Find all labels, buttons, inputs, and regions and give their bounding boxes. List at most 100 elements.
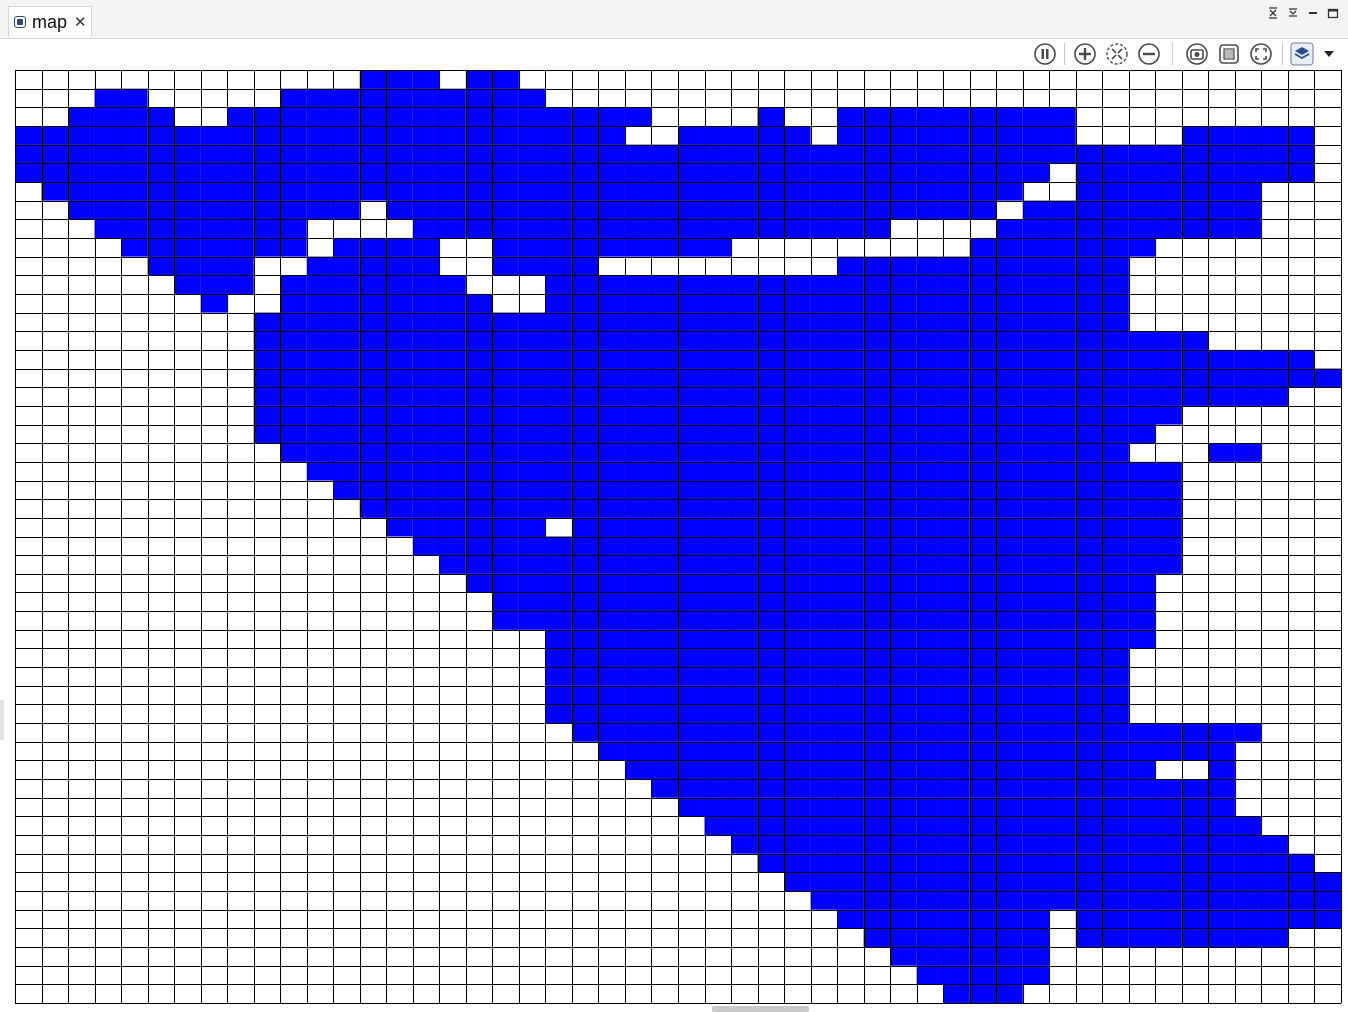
filled-cell <box>1022 909 1050 929</box>
filled-cell <box>996 181 1023 201</box>
filled-cell <box>359 88 387 108</box>
filled-cell <box>598 312 625 332</box>
filled-cell <box>439 480 466 500</box>
filled-cell <box>1208 349 1235 369</box>
filled-cell <box>731 667 758 686</box>
filled-cell <box>678 517 705 537</box>
filled-cell <box>68 125 95 145</box>
filled-cell <box>916 891 944 910</box>
filled-cell <box>890 648 917 668</box>
filled-cell <box>545 480 572 500</box>
filled-cell <box>1128 555 1156 574</box>
filled-cell <box>1022 107 1050 126</box>
filled-cell <box>890 461 917 481</box>
filled-cell <box>969 405 997 425</box>
filled-cell <box>492 200 519 220</box>
filled-cell <box>1022 629 1050 649</box>
filled-cell <box>465 573 493 593</box>
filled-cell <box>651 144 678 164</box>
filled-cell <box>1208 853 1235 873</box>
filled-cell <box>386 200 413 220</box>
filled-cell <box>757 275 785 294</box>
filled-cell <box>916 648 944 668</box>
filled-cell <box>94 144 122 164</box>
side-gutter <box>0 700 4 740</box>
filled-cell <box>1234 181 1262 201</box>
filled-cell <box>174 181 201 201</box>
filled-cell <box>678 704 705 724</box>
filled-cell <box>890 629 917 649</box>
filled-cell <box>1022 760 1050 780</box>
filled-cell <box>15 163 42 182</box>
filled-cell <box>969 853 997 873</box>
filled-cell <box>1102 741 1129 761</box>
filled-cell <box>1208 797 1235 817</box>
filled-cell <box>1049 573 1076 593</box>
filled-cell <box>121 88 148 108</box>
filled-cell <box>1102 480 1129 500</box>
filled-cell <box>969 144 997 164</box>
filled-cell <box>1102 368 1129 388</box>
filled-cell <box>333 349 360 369</box>
filled-cell <box>333 275 360 294</box>
filled-cell <box>1075 835 1103 854</box>
filled-cell <box>598 331 625 350</box>
filled-cell <box>1102 853 1129 873</box>
filled-cell <box>704 443 732 462</box>
filled-cell <box>943 853 970 873</box>
filled-cell <box>916 480 944 500</box>
filled-cell <box>678 387 705 406</box>
filled-cell <box>174 275 201 294</box>
filled-cell <box>943 741 970 761</box>
filled-cell <box>1049 443 1076 462</box>
filled-cell <box>943 461 970 481</box>
filled-cell <box>784 405 811 425</box>
filled-cell <box>624 405 652 425</box>
filled-cell <box>916 667 944 686</box>
filled-cell <box>784 555 811 574</box>
filled-cell <box>996 667 1023 686</box>
filled-cell <box>545 256 572 276</box>
filled-cell <box>518 237 546 257</box>
filled-cell <box>1155 816 1182 836</box>
filled-cell <box>1102 891 1129 910</box>
map-grid[interactable] <box>0 0 1348 1012</box>
filled-cell <box>306 181 334 201</box>
filled-cell <box>624 443 652 462</box>
filled-cell <box>810 835 838 854</box>
filled-cell <box>969 797 997 817</box>
filled-cell <box>863 667 891 686</box>
filled-cell <box>545 107 572 126</box>
filled-cell <box>571 237 599 257</box>
filled-cell <box>518 592 546 612</box>
horizontal-scrollbar-thumb[interactable] <box>712 1006 809 1012</box>
filled-cell <box>121 125 148 145</box>
filled-cell <box>68 181 95 201</box>
filled-cell <box>996 909 1023 929</box>
filled-cell <box>651 629 678 649</box>
filled-cell <box>757 816 785 836</box>
filled-cell <box>810 853 838 873</box>
filled-cell <box>651 331 678 350</box>
filled-cell <box>757 461 785 481</box>
filled-cell <box>1075 592 1103 612</box>
filled-cell <box>598 387 625 406</box>
filled-cell <box>624 387 652 406</box>
filled-cell <box>1049 835 1076 854</box>
filled-cell <box>571 499 599 518</box>
filled-cell <box>890 499 917 518</box>
filled-cell <box>969 685 997 705</box>
filled-cell <box>678 573 705 593</box>
filled-cell <box>492 387 519 406</box>
filled-cell <box>731 293 758 313</box>
filled-cell <box>943 368 970 388</box>
filled-cell <box>651 723 678 742</box>
filled-cell <box>412 517 440 537</box>
filled-cell <box>359 349 387 369</box>
filled-cell <box>943 555 970 574</box>
filled-cell <box>545 405 572 425</box>
filled-cell <box>969 499 997 518</box>
filled-cell <box>253 163 281 182</box>
filled-cell <box>1261 125 1288 145</box>
filled-cell <box>412 499 440 518</box>
